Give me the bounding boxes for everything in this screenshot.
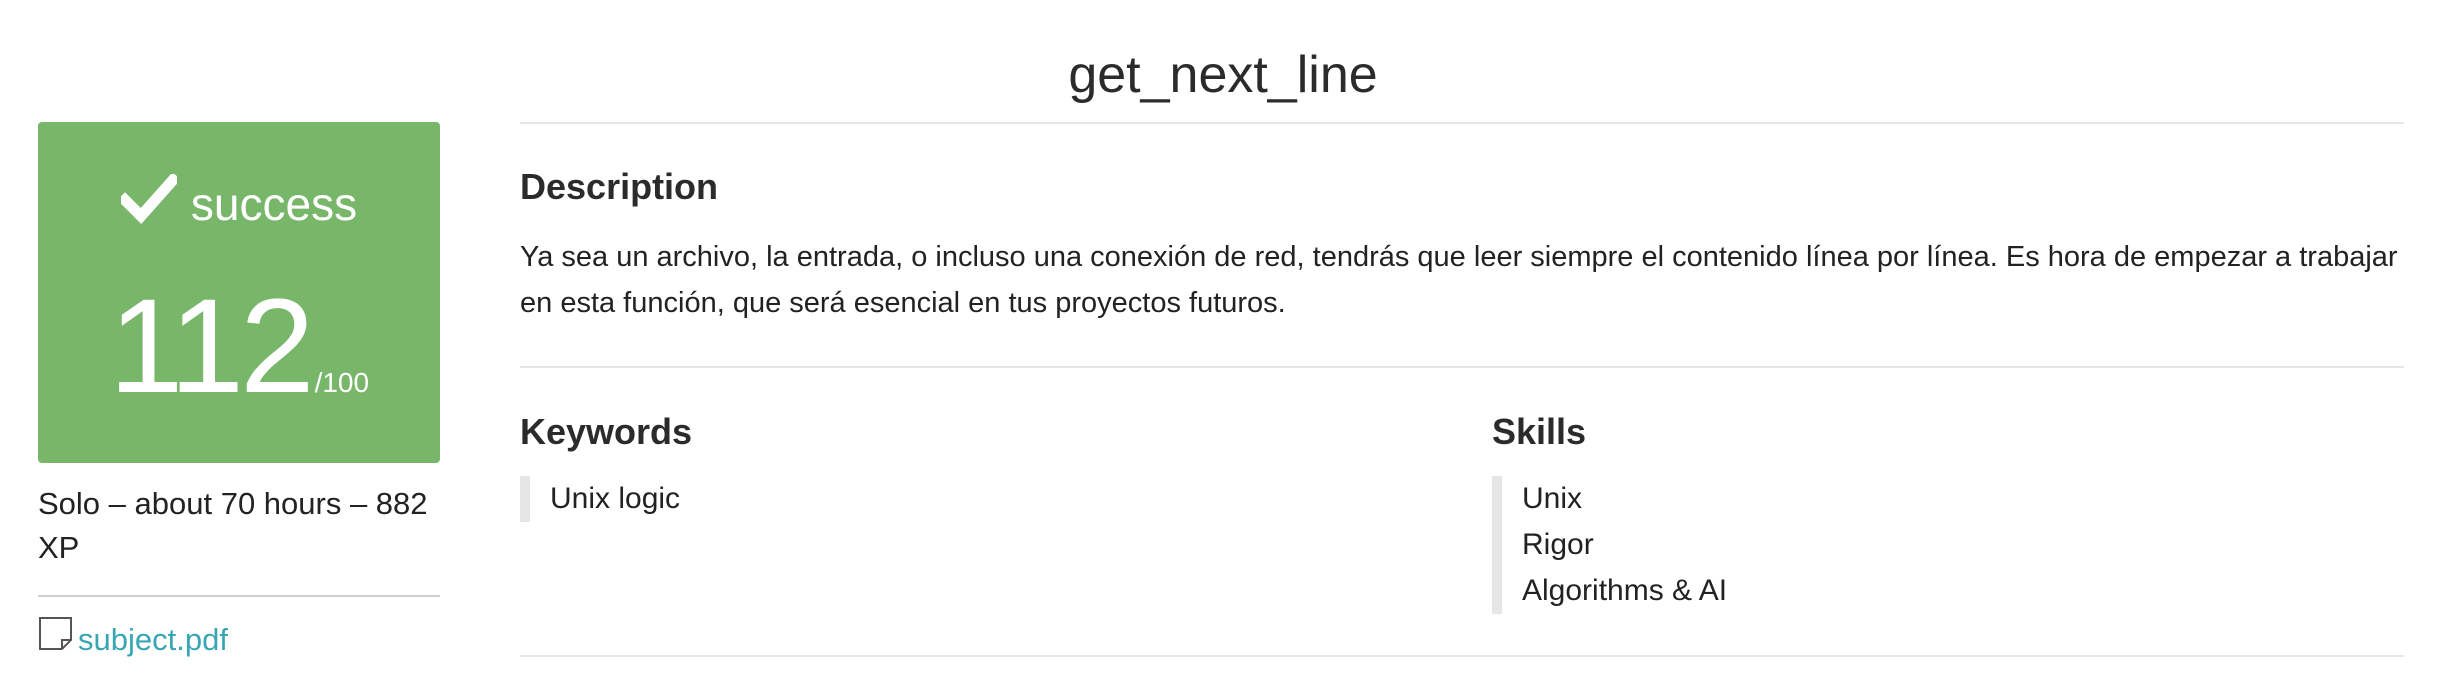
page-title: get_next_line: [1068, 45, 1378, 104]
divider: [520, 122, 2404, 124]
score-card: success 112/100: [38, 122, 440, 463]
skills-list: Unix Rigor Algorithms & AI: [1492, 476, 1727, 614]
status-row: success: [38, 172, 440, 236]
description-text: Ya sea un archivo, la entrada, o incluso…: [520, 241, 2398, 319]
keywords-list: Unix logic: [520, 476, 680, 522]
divider: [520, 655, 2404, 657]
keywords-title: Keywords: [520, 411, 693, 452]
status-label: success: [190, 178, 358, 230]
score-row: 112/100: [38, 280, 440, 414]
skill-item: Algorithms & AI: [1522, 574, 1728, 607]
description-title: Description: [520, 166, 719, 207]
skill-item: Rigor: [1522, 528, 1594, 561]
file-icon: [38, 616, 74, 664]
attachment-label: subject.pdf: [78, 622, 228, 657]
score-value: 112: [108, 272, 315, 421]
keyword-item: Unix logic: [550, 482, 681, 515]
divider: [520, 366, 2404, 368]
checkmark-icon: [117, 172, 181, 236]
skills-title: Skills: [1492, 411, 1587, 452]
score-max: /100: [314, 367, 370, 398]
divider: [38, 595, 440, 597]
project-meta: Solo – about 70 hours – 882 XP: [38, 486, 428, 565]
subject-pdf-link[interactable]: subject.pdf: [38, 616, 228, 664]
skill-item: Unix: [1522, 482, 1583, 515]
